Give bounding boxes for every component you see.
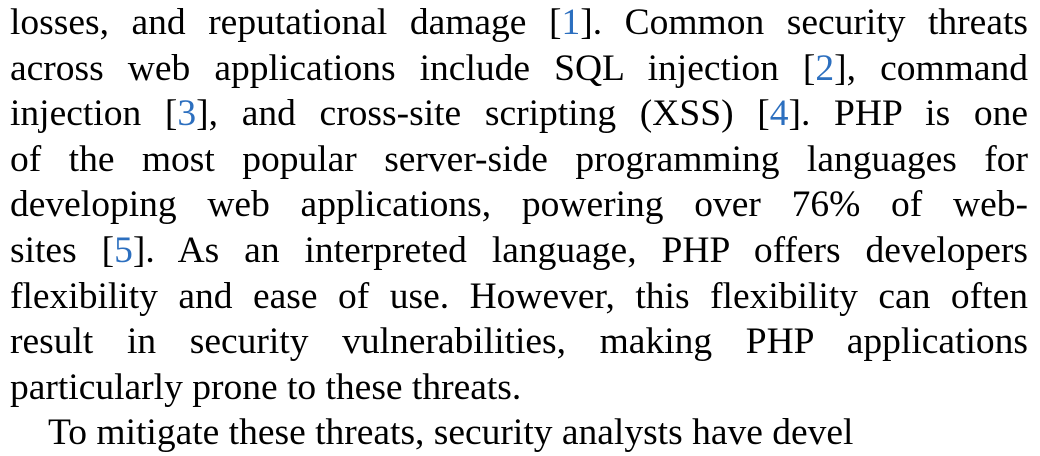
paper-paragraph: losses, and reputational damage [1]. Com… — [10, 0, 1028, 456]
citation-link[interactable]: 4 — [770, 93, 789, 134]
text-span: ]. PHP is one — [788, 93, 1029, 135]
text-span: particularly prone to these threats. — [10, 366, 522, 408]
text-span: result in security vulnerabilities, maki… — [10, 321, 1028, 363]
text-line: developing web applications, powering ov… — [10, 182, 1028, 228]
text-line: across web applications include SQL inje… — [10, 46, 1028, 92]
text-line: of the most popular server-side programm… — [10, 137, 1028, 183]
text-span: ], command — [834, 47, 1028, 89]
text-line: result in security vulnerabilities, maki… — [10, 319, 1028, 365]
text-span: flexibility and ease of use. However, th… — [10, 275, 1028, 317]
text-span: developing web applications, powering ov… — [10, 184, 1028, 226]
text-line: sites [5]. As an interpreted language, P… — [10, 228, 1028, 274]
text-line: losses, and reputational damage [1]. Com… — [10, 0, 1028, 46]
text-line: flexibility and ease of use. However, th… — [10, 274, 1028, 320]
citation-link[interactable]: 3 — [177, 93, 196, 134]
text-line: injection [3], and cross-site scripting … — [10, 91, 1028, 137]
text-span: ], and cross-site scripting (XSS) [ — [196, 93, 770, 135]
text-span: ]. Common security threats — [580, 2, 1028, 43]
text-span: injection [ — [10, 93, 178, 135]
text-span: of the most popular server-side programm… — [10, 138, 1028, 180]
citation-link[interactable]: 5 — [114, 230, 133, 271]
text-line: particularly prone to these threats. — [10, 365, 1028, 411]
text-span: across web applications include SQL inje… — [10, 47, 816, 89]
citation-link[interactable]: 1 — [561, 2, 580, 43]
text-span: ]. As an interpreted language, PHP offer… — [132, 229, 1028, 271]
text-span: sites [ — [10, 229, 115, 271]
text-span: losses, and reputational damage [ — [10, 2, 562, 43]
next-paragraph-line: To mitigate these threats, security anal… — [48, 412, 854, 454]
citation-link[interactable]: 2 — [815, 48, 834, 89]
